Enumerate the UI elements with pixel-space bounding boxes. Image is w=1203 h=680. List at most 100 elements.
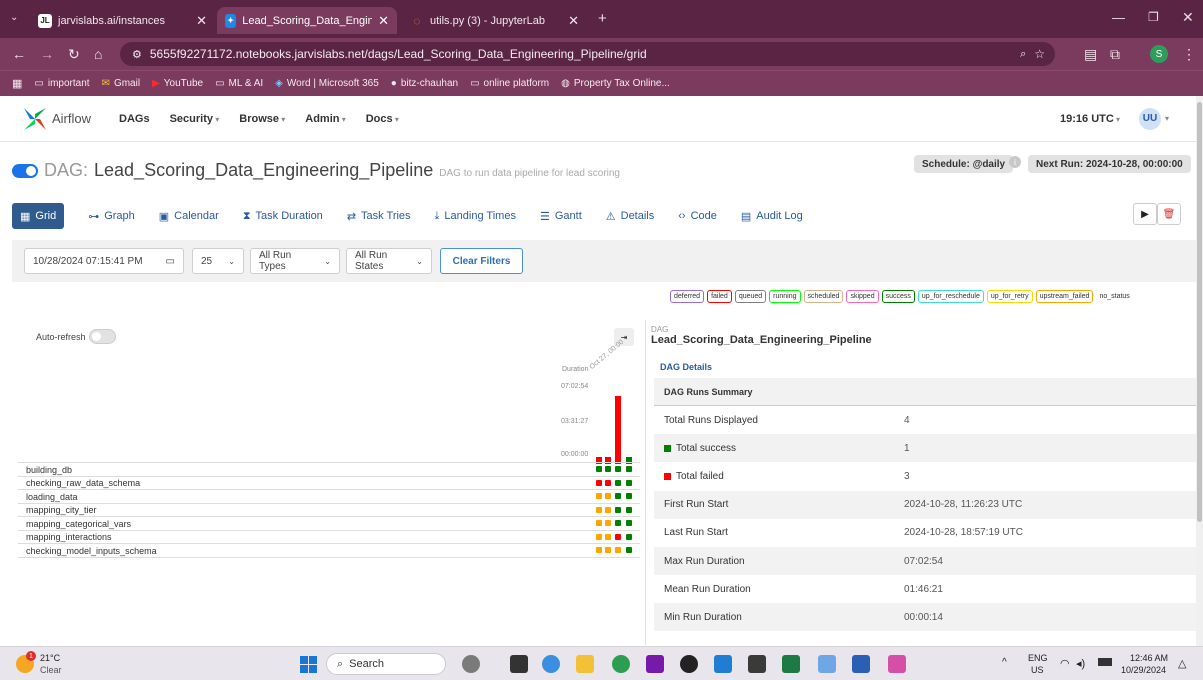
nav-docs[interactable]: Docs ▾ — [366, 113, 399, 125]
bookmark-gmail[interactable]: ✉ Gmail — [102, 78, 141, 89]
task-instance-success[interactable] — [626, 506, 632, 513]
run-type-select[interactable]: All Run Types ⌄ — [250, 248, 340, 274]
task-instance-success[interactable] — [626, 466, 632, 472]
utc-clock[interactable]: 19:16 UTC ▾ — [1060, 113, 1120, 125]
task-instance-failed[interactable] — [605, 479, 611, 486]
info-icon[interactable]: i — [1009, 156, 1021, 168]
close-icon[interactable]: ✕ — [568, 13, 579, 29]
bookmark-online-platform[interactable]: ▭ online platform — [470, 78, 549, 89]
excel-icon[interactable] — [782, 655, 800, 673]
legend-up-for-reschedule[interactable]: up_for_reschedule — [917, 290, 984, 303]
task-name[interactable]: checking_raw_data_schema — [26, 477, 140, 490]
tab-gantt[interactable]: ☰ Gantt — [540, 203, 582, 229]
tab-search-icon[interactable]: ⌄ — [10, 12, 18, 23]
task-instance-success[interactable] — [615, 466, 621, 472]
onenote-icon[interactable] — [646, 655, 664, 673]
user-caret-icon[interactable]: ▾ — [1165, 114, 1169, 123]
task-instance-upstream-failed[interactable] — [615, 547, 621, 553]
task-instance-upstream-failed[interactable] — [605, 506, 611, 513]
legend-scheduled[interactable]: scheduled — [803, 290, 844, 303]
bookmark-word[interactable]: ◈ Word | Microsoft 365 — [275, 78, 379, 89]
notifications-bell-icon[interactable]: △ — [1178, 657, 1186, 670]
tab-task-duration[interactable]: ⧗ Task Duration — [243, 203, 323, 229]
legend-skipped[interactable]: skipped — [846, 290, 879, 303]
task-instance-failed[interactable] — [596, 479, 602, 486]
tab-details[interactable]: ⚠ Details — [606, 203, 655, 229]
language-label[interactable]: ENG — [1028, 653, 1048, 663]
minimize-icon[interactable]: — — [1112, 10, 1125, 25]
task-instance-success[interactable] — [615, 493, 621, 499]
profile-avatar[interactable]: S — [1150, 45, 1168, 63]
close-window-icon[interactable]: ✕ — [1182, 9, 1194, 26]
browser-tab-jarvislabs[interactable]: JL jarvislabs.ai/instances ✕ — [30, 7, 215, 34]
apps-icon[interactable]: ▦ — [12, 77, 22, 90]
base-date-input[interactable]: 10/28/2024 07:15:41 PM ▭ — [24, 248, 184, 274]
task-instance-success[interactable] — [626, 520, 632, 526]
legend-no-status[interactable]: no_status — [1096, 290, 1133, 303]
clock-date[interactable]: 10/29/2024 — [1121, 665, 1166, 675]
task-instance-success[interactable] — [626, 493, 632, 499]
notepad-icon[interactable] — [818, 655, 836, 673]
task-instance-upstream-failed[interactable] — [596, 533, 602, 540]
tab-code[interactable]: ‹› Code — [678, 203, 717, 229]
vscode-icon[interactable] — [714, 655, 732, 673]
start-icon[interactable] — [300, 656, 317, 673]
nav-admin[interactable]: Admin ▾ — [305, 113, 345, 125]
task-name[interactable]: mapping_city_tier — [26, 504, 97, 517]
volume-icon[interactable]: ◂) — [1076, 657, 1085, 670]
close-icon[interactable]: ✕ — [378, 13, 389, 29]
snipping-tool-icon[interactable] — [888, 655, 906, 673]
task-instance-success[interactable] — [626, 533, 632, 540]
home-icon[interactable]: ⌂ — [94, 46, 102, 62]
schedule-badge[interactable]: Schedule: @daily — [914, 155, 1014, 173]
user-avatar[interactable]: UU — [1139, 107, 1161, 130]
dag-pause-toggle[interactable] — [12, 163, 38, 178]
clear-filters-button[interactable]: Clear Filters — [440, 248, 523, 274]
file-explorer-icon[interactable] — [576, 655, 594, 673]
site-info-icon[interactable]: ⚙ — [132, 48, 142, 61]
task-instance-upstream-failed[interactable] — [596, 520, 602, 526]
auto-refresh-toggle[interactable] — [89, 329, 116, 344]
battery-icon[interactable] — [1098, 658, 1112, 666]
restore-icon[interactable]: ❐ — [1148, 10, 1159, 24]
task-instance-success[interactable] — [626, 479, 632, 486]
widgets-icon[interactable] — [542, 655, 560, 673]
bookmark-ml-ai[interactable]: ▭ ML & AI — [215, 78, 263, 89]
bookmark-youtube[interactable]: ▶ YouTube — [152, 78, 203, 89]
task-instance-success[interactable] — [615, 506, 621, 513]
bookmark-important[interactable]: ▭ important — [34, 78, 89, 89]
task-view-icon[interactable] — [510, 655, 528, 673]
num-runs-select[interactable]: 25 ⌄ — [192, 248, 244, 274]
nav-security[interactable]: Security ▾ — [170, 113, 220, 125]
taskbar-search[interactable]: ⌕ Search — [326, 653, 446, 675]
task-name[interactable]: mapping_categorical_vars — [26, 517, 131, 530]
trigger-dag-button[interactable]: ▶ — [1133, 203, 1157, 225]
run-state-select[interactable]: All Run States ⌄ — [346, 248, 432, 274]
forward-icon[interactable]: → — [40, 46, 54, 62]
dag-title[interactable]: Lead_Scoring_Data_Engineering_Pipeline — [94, 160, 433, 181]
tab-calendar[interactable]: ▣ Calendar — [159, 203, 219, 229]
task-name[interactable]: mapping_interactions — [26, 531, 112, 544]
chrome-icon[interactable] — [612, 655, 630, 673]
task-name[interactable]: checking_model_inputs_schema — [26, 544, 157, 557]
task-instance-upstream-failed[interactable] — [596, 493, 602, 499]
tab-grid[interactable]: ▦ Grid — [12, 203, 65, 229]
word-icon[interactable] — [852, 655, 870, 673]
legend-queued[interactable]: queued — [734, 290, 767, 303]
page-scrollbar-thumb[interactable] — [1197, 102, 1202, 522]
task-name[interactable]: loading_data — [26, 490, 78, 503]
dag-details-link[interactable]: DAG Details — [660, 362, 712, 372]
legend-running[interactable]: running — [769, 290, 801, 303]
next-run-badge[interactable]: Next Run: 2024-10-28, 00:00:00 — [1028, 155, 1191, 173]
task-instance-upstream-failed[interactable] — [605, 493, 611, 499]
legend-upstream-failed[interactable]: upstream_failed — [1035, 290, 1094, 303]
task-instance-success[interactable] — [596, 466, 602, 472]
terminal-icon[interactable] — [748, 655, 766, 673]
tab-landing-times[interactable]: ⤓ Landing Times — [435, 203, 516, 229]
back-icon[interactable]: ← — [12, 46, 26, 62]
task-instance-success[interactable] — [626, 547, 632, 553]
task-instance-upstream-failed[interactable] — [596, 547, 602, 553]
task-instance-success[interactable] — [615, 520, 621, 526]
task-instance-upstream-failed[interactable] — [605, 520, 611, 526]
show-hidden-icons[interactable]: ^ — [1002, 657, 1007, 668]
